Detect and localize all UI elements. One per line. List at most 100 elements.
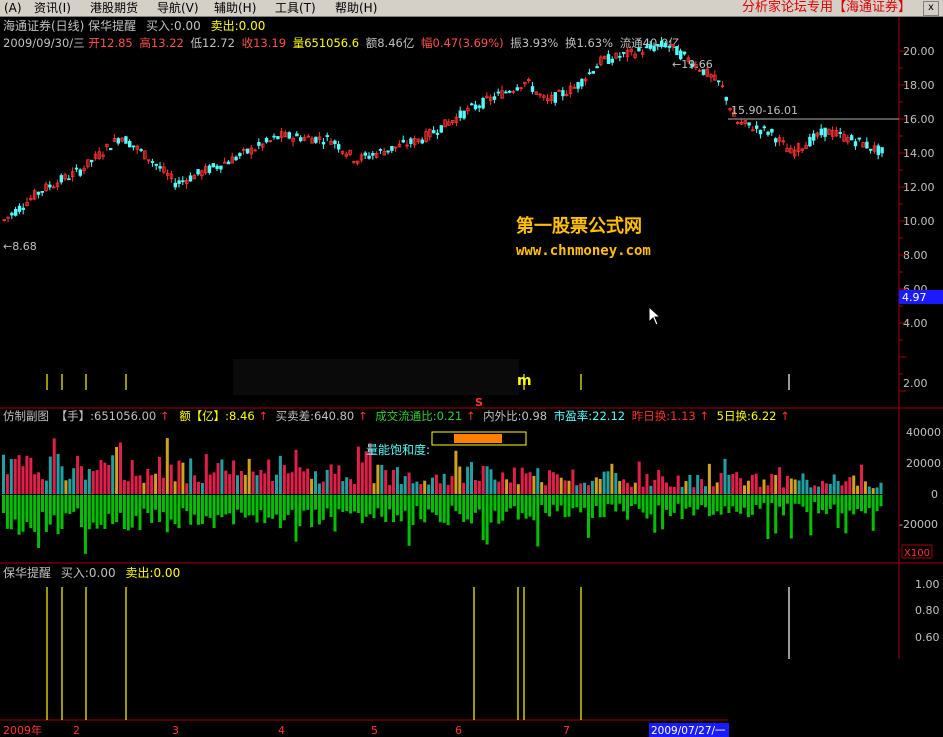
volume-bar-down [606, 495, 610, 505]
volume-bar-down [37, 495, 41, 548]
volume-bar-down [793, 495, 797, 504]
volume-bar-down [333, 495, 337, 532]
volume-bar-down [271, 495, 275, 519]
volume-bar-down [860, 495, 863, 512]
volume-bar-up [871, 488, 875, 494]
menu-tools[interactable]: 工具(T) [275, 1, 316, 15]
volume-bar-up [259, 469, 263, 494]
candle-body [17, 205, 22, 212]
volume-bar-up [236, 475, 239, 494]
volume-bar-down [852, 495, 856, 515]
candle-body [333, 140, 337, 145]
candle-body [272, 135, 276, 138]
y-tick-14: 14.00 [903, 147, 935, 160]
volume-bar-down [758, 495, 762, 509]
volume-bar-up [668, 486, 672, 494]
candle-body [124, 136, 128, 144]
volume-bar-up [130, 460, 134, 494]
volume-bar-down [844, 495, 848, 534]
volume-bar-down [509, 495, 512, 509]
volume-bar-down [87, 495, 91, 530]
candle-body [675, 46, 679, 56]
menu-info[interactable]: 资讯(I) [34, 1, 71, 15]
volume-bar-up [255, 475, 259, 494]
candle-body [314, 136, 318, 143]
menu-hk-futures[interactable]: 港股期货 [90, 1, 138, 15]
volume-bar-up [789, 478, 793, 494]
volume-bar-up [271, 480, 275, 494]
volume-bar-up [95, 469, 99, 494]
volume-bar-down [407, 495, 411, 546]
candle-body [587, 72, 592, 75]
volume-bar-down [364, 495, 368, 517]
volume-bar-up [470, 462, 473, 494]
volume-bar-up [867, 486, 871, 494]
volume-bar-down [395, 495, 399, 516]
volume-bar-down [828, 495, 832, 509]
volume-bar-up [618, 481, 622, 494]
candle-body [644, 46, 649, 49]
volume-bar-up [388, 484, 392, 494]
candle-body [90, 159, 94, 163]
volume-bar-up [423, 480, 427, 494]
menu-nav[interactable]: 导航(V) [157, 1, 199, 15]
volume-bar-down [719, 495, 723, 515]
mouse-cursor-icon [648, 306, 662, 326]
candle-body [59, 175, 63, 183]
volume-bar-down [76, 495, 80, 509]
candle-body [390, 145, 394, 151]
volume-bar-down [9, 495, 13, 530]
volume-bar-up [25, 455, 29, 494]
volume-bar-down [649, 495, 653, 515]
volume-bar-down [434, 495, 438, 516]
volume-bar-up [193, 475, 197, 494]
signal-sell-value: 卖出:0.00 [125, 566, 180, 580]
candle-body [724, 96, 728, 101]
volume-bar-down [672, 495, 676, 513]
volume-bar-up [489, 469, 493, 494]
volume-bar-up [345, 477, 349, 494]
candle-body [774, 138, 778, 143]
volume-bar-up [263, 473, 267, 494]
volume-bar-down [372, 495, 376, 519]
volume-bar-down [594, 495, 598, 506]
menu-help[interactable]: 帮助(H) [335, 1, 377, 15]
volume-bar-up [411, 483, 415, 494]
info-open: 开12.85 [88, 36, 132, 50]
volume-bar-down [165, 495, 169, 533]
time-label-3: 4 [278, 724, 285, 737]
volume-bar-up [875, 487, 879, 494]
watermark-url: www.chnmoney.com [516, 243, 651, 259]
candle-body [606, 54, 611, 65]
volume-bar-up [879, 482, 883, 494]
volume-bar-down [115, 495, 119, 523]
menu-a[interactable]: (A) [4, 1, 22, 15]
volume-bar-up [657, 469, 661, 494]
info-amount: 额8.46亿 [366, 36, 415, 50]
close-button[interactable]: x [923, 1, 939, 16]
volume-bar-down [64, 495, 68, 514]
range-marker: 15.90-16.01 [731, 104, 798, 117]
volume-bar-down [700, 495, 704, 506]
candle-body [755, 125, 759, 129]
candle-body [401, 139, 405, 143]
volume-bar-up [275, 474, 278, 494]
volume-bar-up [64, 480, 68, 494]
volume-bar-up [360, 462, 364, 494]
volume-bar-up [286, 473, 290, 494]
volume-bar-down [848, 495, 852, 511]
volume-bar-down [863, 495, 867, 514]
volume-bar-up [481, 465, 485, 494]
volume-bar-down [551, 495, 555, 505]
stock-chart[interactable]: 海通证券(日线) 保华提醒 买入:0.00 卖出:0.00 2009/09/30… [0, 17, 943, 737]
candle-body [808, 136, 812, 147]
volume-diff: 买卖差:640.80 [276, 409, 355, 423]
menu-assist[interactable]: 辅助(H) [214, 1, 256, 15]
volume-bar-down [555, 495, 559, 512]
volume-bar-up [158, 456, 161, 494]
volume-bar-down [684, 495, 688, 509]
volume-bar-up [395, 467, 399, 494]
volume-header: 仿制副图 【手】:651056.00 ↑ 额【亿】:8.46 ↑ 买卖差:640… [3, 409, 790, 423]
volume-bar-up [165, 438, 169, 494]
volume-bar-down [111, 495, 115, 525]
